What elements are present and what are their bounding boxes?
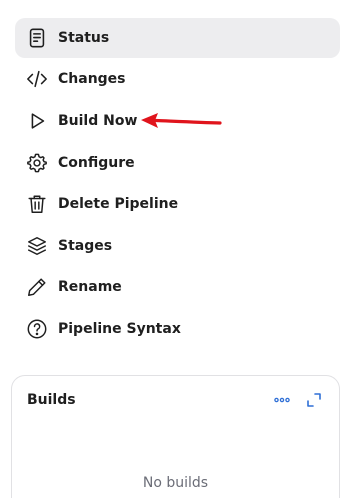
nav-item-delete-pipeline[interactable]: Delete Pipeline <box>15 184 340 224</box>
expand-icon <box>304 390 324 410</box>
nav-item-stages[interactable]: Stages <box>15 226 340 266</box>
page: Status Changes Build Now Configure Delet… <box>0 0 358 498</box>
nav-item-label: Rename <box>58 279 122 295</box>
gear-icon <box>26 152 48 174</box>
nav-item-changes[interactable]: Changes <box>15 59 340 99</box>
trash-icon <box>26 193 48 215</box>
builds-title: Builds <box>27 392 76 408</box>
nav-item-label: Configure <box>58 155 135 171</box>
nav-item-label: Delete Pipeline <box>58 196 179 212</box>
expand-button[interactable] <box>304 390 324 410</box>
nav-item-label: Build Now <box>58 113 138 129</box>
more-button[interactable] <box>272 390 292 410</box>
more-horizontal-icon <box>272 390 292 410</box>
pencil-icon <box>26 276 48 298</box>
nav-item-label: Stages <box>58 238 113 254</box>
nav-item-status[interactable]: Status <box>15 18 340 58</box>
nav-item-pipeline-syntax[interactable]: Pipeline Syntax <box>15 309 340 349</box>
status-icon <box>26 27 48 49</box>
play-icon <box>26 110 48 132</box>
nav-item-configure[interactable]: Configure <box>15 143 340 183</box>
nav-item-rename[interactable]: Rename <box>15 267 340 307</box>
nav-item-label: Status <box>58 30 110 46</box>
nav-item-label: Changes <box>58 71 126 87</box>
red-arrow-icon <box>141 113 222 128</box>
nav-item-label: Pipeline Syntax <box>58 321 181 337</box>
builds-card: Builds No builds <box>11 375 340 498</box>
code-icon <box>26 68 48 90</box>
empty-state-text: No builds <box>142 475 209 491</box>
layers-icon <box>26 235 48 257</box>
help-circle-icon <box>26 318 48 340</box>
